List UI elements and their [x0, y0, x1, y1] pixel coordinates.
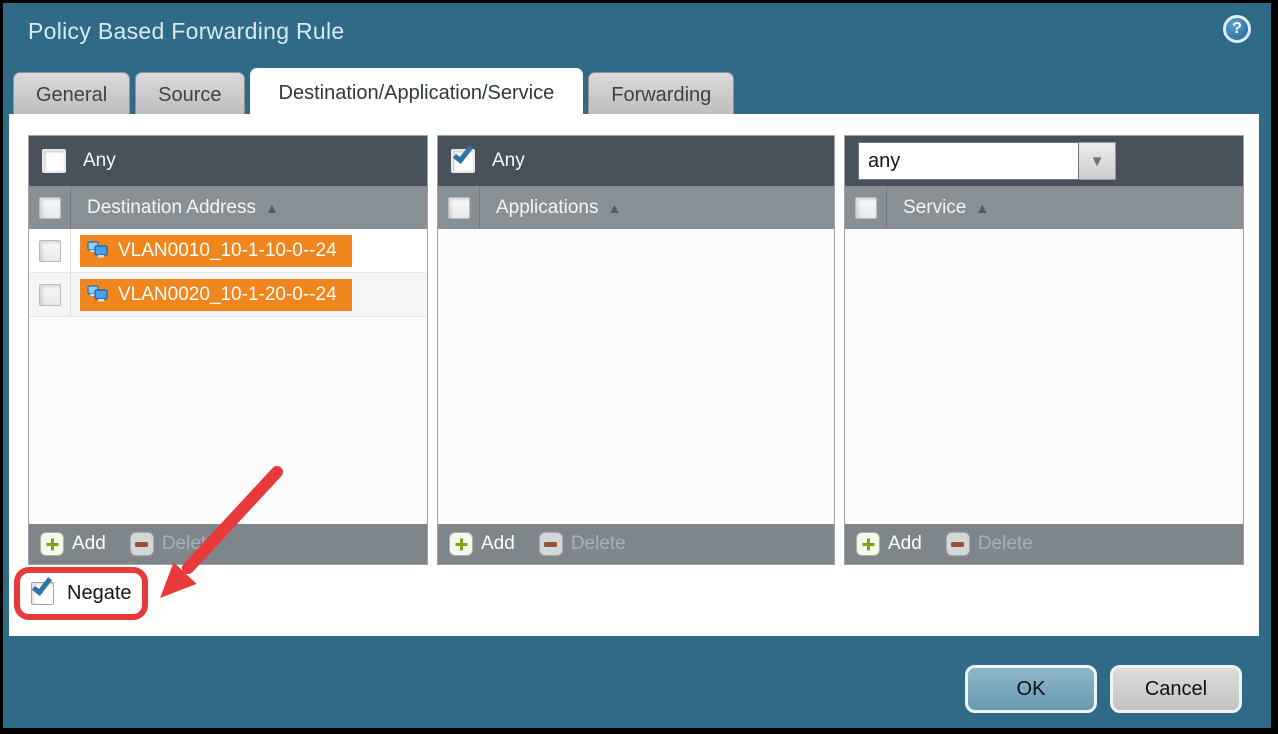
row-checkbox[interactable] [39, 240, 61, 262]
tab-content-panel: Any Destination Address ▲ [9, 114, 1259, 636]
address-object-vlan0010[interactable]: VLAN0010_10-1-10-0--24 [80, 235, 352, 267]
address-object-label: VLAN0010_10-1-10-0--24 [118, 240, 337, 262]
tab-destination-application-service[interactable]: Destination/Application/Service [250, 68, 584, 117]
service-column: any ▼ Service ▲ [844, 135, 1244, 565]
applications-actions-bar: Add Delete [438, 524, 834, 564]
checkmark [32, 574, 52, 596]
add-button[interactable]: Add [481, 533, 515, 555]
negate-checkbox[interactable] [31, 582, 54, 605]
row-checkbox-cell [29, 229, 71, 272]
applications-any-checkbox[interactable] [451, 149, 475, 173]
address-object-label: VLAN0020_10-1-20-0--24 [118, 284, 337, 306]
applications-any-label: Any [492, 150, 525, 172]
delete-icon [946, 532, 970, 556]
negate-label: Negate [67, 582, 132, 605]
tab-source[interactable]: Source [135, 72, 244, 117]
destination-any-checkbox[interactable] [42, 149, 66, 173]
help-icon[interactable]: ? [1223, 15, 1251, 43]
applications-list-empty [438, 229, 834, 524]
delete-icon [539, 532, 563, 556]
service-any-bar: any ▼ [845, 136, 1243, 186]
destination-actions-bar: Add Delete [29, 524, 427, 564]
destination-any-bar: Any [29, 136, 427, 186]
destination-select-all-checkbox[interactable] [39, 197, 61, 219]
select-all-cell [438, 186, 480, 229]
network-icon [87, 285, 109, 304]
applications-column-header[interactable]: Applications ▲ [438, 186, 834, 229]
row-checkbox-cell [29, 273, 71, 316]
table-row[interactable]: VLAN0010_10-1-10-0--24 [29, 229, 427, 273]
destination-any-label: Any [83, 150, 116, 172]
add-icon[interactable] [449, 532, 473, 556]
sort-asc-icon: ▲ [975, 200, 989, 216]
add-button[interactable]: Add [888, 533, 922, 555]
annotation-highlight-box: Negate [14, 567, 148, 620]
destination-header-label: Destination Address [87, 197, 256, 219]
dialog-title: Policy Based Forwarding Rule [28, 18, 345, 45]
cancel-button[interactable]: Cancel [1110, 665, 1242, 713]
delete-button-disabled: Delete [162, 533, 217, 555]
select-all-cell [845, 186, 887, 229]
network-icon [87, 241, 109, 260]
sort-asc-icon: ▲ [607, 200, 621, 216]
destination-address-list: VLAN0010_10-1-10-0--24 [29, 229, 427, 524]
select-all-cell [29, 186, 71, 229]
chevron-down-icon: ▼ [1090, 153, 1105, 170]
checkmark [453, 142, 473, 164]
tab-bar: General Source Destination/Application/S… [13, 68, 734, 117]
service-actions-bar: Add Delete [845, 524, 1243, 564]
destination-address-column-header[interactable]: Destination Address ▲ [29, 186, 427, 229]
row-checkbox[interactable] [39, 284, 61, 306]
delete-icon [130, 532, 154, 556]
add-icon[interactable] [40, 532, 64, 556]
delete-button-disabled: Delete [978, 533, 1033, 555]
columns-container: Any Destination Address ▲ [28, 135, 1244, 565]
tab-general[interactable]: General [13, 72, 130, 117]
service-select-all-checkbox[interactable] [855, 197, 877, 219]
applications-column: Any Applications ▲ Add [437, 135, 835, 565]
service-dropdown-value[interactable]: any [858, 142, 1079, 180]
tab-forwarding[interactable]: Forwarding [588, 72, 734, 117]
ok-button[interactable]: OK [965, 665, 1097, 713]
service-type-dropdown[interactable]: any ▼ [858, 142, 1116, 180]
applications-header-label: Applications [496, 197, 598, 219]
add-icon[interactable] [856, 532, 880, 556]
service-header-label: Service [903, 197, 966, 219]
service-list-empty [845, 229, 1243, 524]
applications-any-bar: Any [438, 136, 834, 186]
service-column-header[interactable]: Service ▲ [845, 186, 1243, 229]
table-row[interactable]: VLAN0020_10-1-20-0--24 [29, 273, 427, 317]
destination-address-column: Any Destination Address ▲ [28, 135, 428, 565]
add-button[interactable]: Add [72, 533, 106, 555]
policy-forwarding-dialog: Policy Based Forwarding Rule ? General S… [3, 3, 1271, 728]
sort-asc-icon: ▲ [265, 200, 279, 216]
address-object-vlan0020[interactable]: VLAN0020_10-1-20-0--24 [80, 279, 352, 311]
delete-button-disabled: Delete [571, 533, 626, 555]
dropdown-button[interactable]: ▼ [1079, 142, 1116, 180]
applications-select-all-checkbox[interactable] [448, 197, 470, 219]
